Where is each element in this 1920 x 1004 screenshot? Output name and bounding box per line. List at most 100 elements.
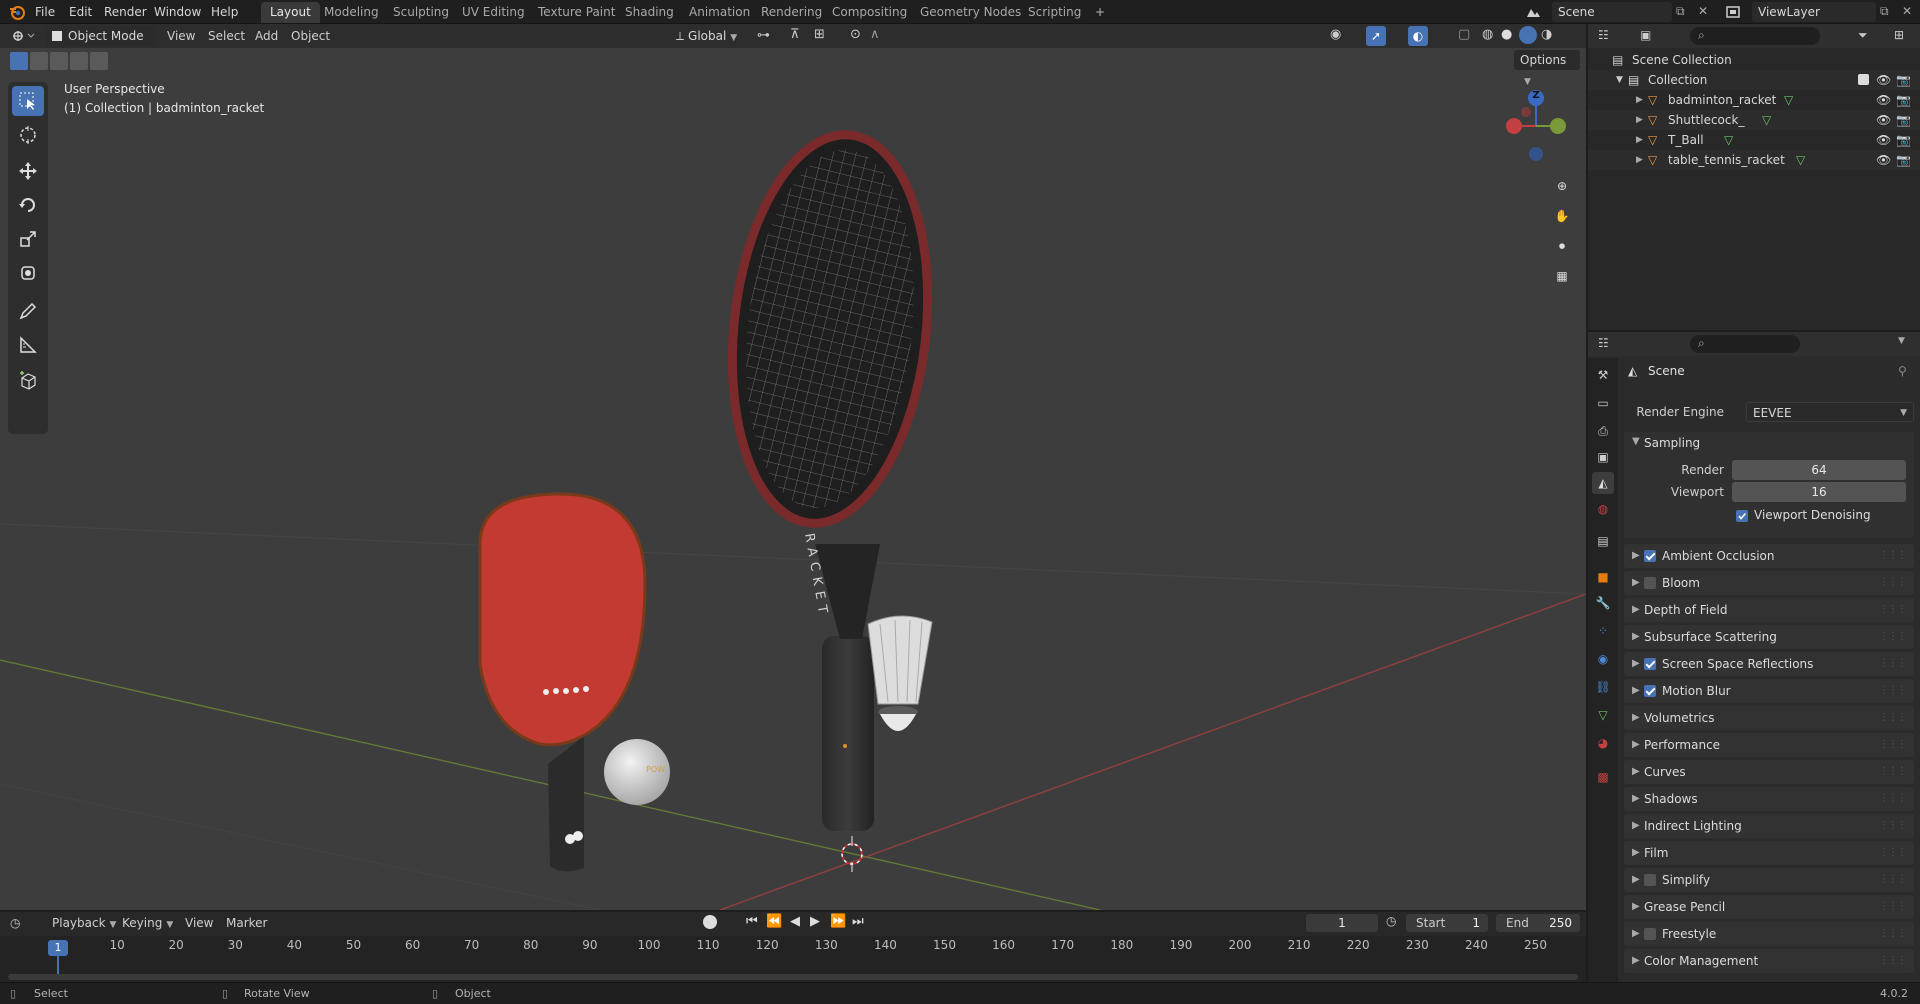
viewport-menu-add[interactable]: Add <box>255 27 278 45</box>
material-preview-icon[interactable] <box>1519 26 1537 44</box>
add-cube-tool-icon[interactable] <box>12 366 44 396</box>
pin-icon[interactable]: ⚲ <box>1898 364 1907 378</box>
material-tab-icon[interactable]: ◕ <box>1592 732 1614 754</box>
collection-checkbox[interactable] <box>1858 74 1869 85</box>
panel-curves[interactable]: ▶ Curves ⋮⋮⋮ <box>1624 760 1914 784</box>
output-tab-icon[interactable]: ⎙ <box>1592 420 1614 442</box>
timeline-menu-keying[interactable]: Keying ▼ <box>122 916 173 930</box>
new-collection-icon[interactable]: ⊞ <box>1894 28 1904 42</box>
menu-file[interactable]: File <box>30 3 60 21</box>
tab-animation[interactable]: Animation <box>680 2 759 23</box>
menu-help[interactable]: Help <box>206 3 243 21</box>
mode-dropdown[interactable]: Object Mode▼ <box>46 26 156 63</box>
viewport-menu-view[interactable]: View <box>167 27 195 45</box>
panel-checkbox[interactable] <box>1644 577 1656 589</box>
gizmo-toggle-icon[interactable]: ➚ <box>1366 26 1386 46</box>
3d-viewport[interactable]: POW RACKET Object Mode View Select Add O… <box>0 24 1586 910</box>
outliner-row-collection[interactable]: ▼ ▤ Collection 👁 📷 <box>1588 70 1920 90</box>
scene-canvas[interactable]: POW RACKET <box>0 24 1586 910</box>
render-tab-icon[interactable]: ▭ <box>1592 392 1614 414</box>
record-icon[interactable] <box>703 915 717 929</box>
camera-view-icon[interactable]: ⏺ <box>1548 232 1576 260</box>
navigation-gizmo[interactable]: Z <box>1496 86 1576 186</box>
physics-tab-icon[interactable]: ◉ <box>1592 648 1614 670</box>
annotate-tool-icon[interactable] <box>12 296 44 326</box>
drag-handle-icon[interactable]: ⋮⋮⋮ <box>1879 787 1907 811</box>
select-box-tool-icon[interactable] <box>12 86 44 116</box>
panel-film[interactable]: ▶ Film ⋮⋮⋮ <box>1624 841 1914 865</box>
solid-shading-icon[interactable]: ● <box>1501 27 1512 42</box>
timeline-menu-playback[interactable]: Playback ▼ <box>52 916 116 930</box>
panel-performance[interactable]: ▶ Performance ⋮⋮⋮ <box>1624 733 1914 757</box>
view-layer-selector[interactable]: ViewLayer <box>1752 2 1876 22</box>
tab-uv-editing[interactable]: UV Editing <box>453 2 534 23</box>
expand-arrow-icon[interactable]: ▼ <box>1616 70 1623 90</box>
eye-icon[interactable]: 👁 <box>1876 150 1891 170</box>
drag-handle-icon[interactable]: ⋮⋮⋮ <box>1879 652 1907 676</box>
panel-checkbox[interactable] <box>1644 874 1656 886</box>
object-tab-icon[interactable]: ■ <box>1592 566 1614 588</box>
close-view-layer-icon[interactable]: ✕ <box>1902 4 1912 18</box>
drag-handle-icon[interactable]: ⋮⋮⋮ <box>1879 625 1907 649</box>
timeline-menu-marker[interactable]: Marker <box>226 916 267 930</box>
drag-handle-icon[interactable]: ⋮⋮⋮ <box>1879 544 1907 568</box>
drag-handle-icon[interactable]: ⋮⋮⋮ <box>1879 706 1907 730</box>
cursor-tool-icon[interactable] <box>12 120 44 150</box>
panel-checkbox[interactable] <box>1644 685 1656 697</box>
falloff-icon[interactable]: ∧ <box>870 27 880 42</box>
collection-tab-icon[interactable]: ▤ <box>1592 530 1614 552</box>
camera-icon[interactable]: 📷 <box>1896 110 1911 130</box>
properties-editor-icon[interactable]: ☷ <box>1598 336 1609 350</box>
snap-target-icon[interactable]: ⊞ <box>814 27 825 42</box>
timeline-editor-icon[interactable]: ◷ <box>10 916 20 930</box>
jump-start-icon[interactable]: ⏮ <box>746 914 758 929</box>
tab-geometry-nodes[interactable]: Geometry Nodes <box>911 2 1030 23</box>
tab-modeling[interactable]: Modeling <box>315 2 388 23</box>
tab-texture-paint[interactable]: Texture Paint <box>529 2 624 23</box>
prev-keyframe-icon[interactable]: ⏪ <box>766 914 782 929</box>
outliner-row-object[interactable]: ▶ ▽ Shuttlecock_ ▽ 👁 📷 <box>1588 110 1920 130</box>
drag-handle-icon[interactable]: ⋮⋮⋮ <box>1879 922 1907 946</box>
panel-grease-pencil[interactable]: ▶ Grease Pencil ⋮⋮⋮ <box>1624 895 1914 919</box>
viewport-menu-select[interactable]: Select <box>208 27 245 45</box>
tool-tab-icon[interactable]: ⚒ <box>1592 364 1614 386</box>
current-frame-field[interactable]: 1 <box>1306 914 1378 932</box>
constraints-tab-icon[interactable]: ⛓ <box>1592 676 1614 698</box>
expand-arrow-icon[interactable]: ▶ <box>1636 110 1643 130</box>
outliner-row-object[interactable]: ▶ ▽ T_Ball ▽ 👁 📷 <box>1588 130 1920 150</box>
expand-arrow-icon[interactable]: ▶ <box>1636 90 1643 110</box>
menu-window[interactable]: Window <box>149 3 206 21</box>
scene-tab-icon[interactable]: ◭ <box>1592 472 1614 494</box>
menu-render[interactable]: Render <box>99 3 152 21</box>
outliner-row-scene-collection[interactable]: ▤ Scene Collection <box>1588 50 1920 70</box>
eye-icon[interactable]: 👁 <box>1876 70 1891 90</box>
render-samples-field[interactable]: 64 <box>1732 460 1906 480</box>
particles-tab-icon[interactable]: ⁘ <box>1592 620 1614 642</box>
drag-handle-icon[interactable]: ⋮⋮⋮ <box>1879 760 1907 784</box>
scene-selector[interactable]: Scene <box>1552 2 1672 22</box>
pan-hand-icon[interactable]: ✋ <box>1548 202 1576 230</box>
drag-handle-icon[interactable]: ⋮⋮⋮ <box>1879 679 1907 703</box>
proportional-edit-icon[interactable]: ⊙ <box>850 27 861 42</box>
select-subtract-icon[interactable] <box>50 52 68 70</box>
panel-freestyle[interactable]: ▶ Freestyle ⋮⋮⋮ <box>1624 922 1914 946</box>
eye-icon[interactable]: 👁 <box>1876 90 1891 110</box>
drag-handle-icon[interactable]: ⋮⋮⋮ <box>1879 814 1907 838</box>
timeline-scrollbar[interactable] <box>8 974 1578 980</box>
collapse-arrow-icon[interactable]: ▼ <box>1632 436 1640 447</box>
start-frame-field[interactable]: Start 1 <box>1406 914 1488 932</box>
blender-logo-icon[interactable] <box>8 3 26 21</box>
expand-arrow-icon[interactable]: ▶ <box>1636 150 1643 170</box>
camera-icon[interactable]: 📷 <box>1896 70 1911 90</box>
menu-edit[interactable]: Edit <box>64 3 97 21</box>
camera-icon[interactable]: 📷 <box>1896 130 1911 150</box>
viewport-samples-field[interactable]: 16 <box>1732 482 1906 502</box>
tab-sculpting[interactable]: Sculpting <box>384 2 458 23</box>
zoom-icon[interactable]: ⊕ <box>1548 172 1576 200</box>
select-invert-icon[interactable] <box>70 52 88 70</box>
properties-search-input[interactable]: ⌕ <box>1690 335 1800 353</box>
texture-tab-icon[interactable]: ▩ <box>1592 766 1614 788</box>
new-view-layer-icon[interactable]: ⧉ <box>1880 4 1889 19</box>
play-reverse-icon[interactable]: ◀ <box>790 914 800 929</box>
visibility-icon[interactable]: ◉ <box>1330 27 1341 42</box>
